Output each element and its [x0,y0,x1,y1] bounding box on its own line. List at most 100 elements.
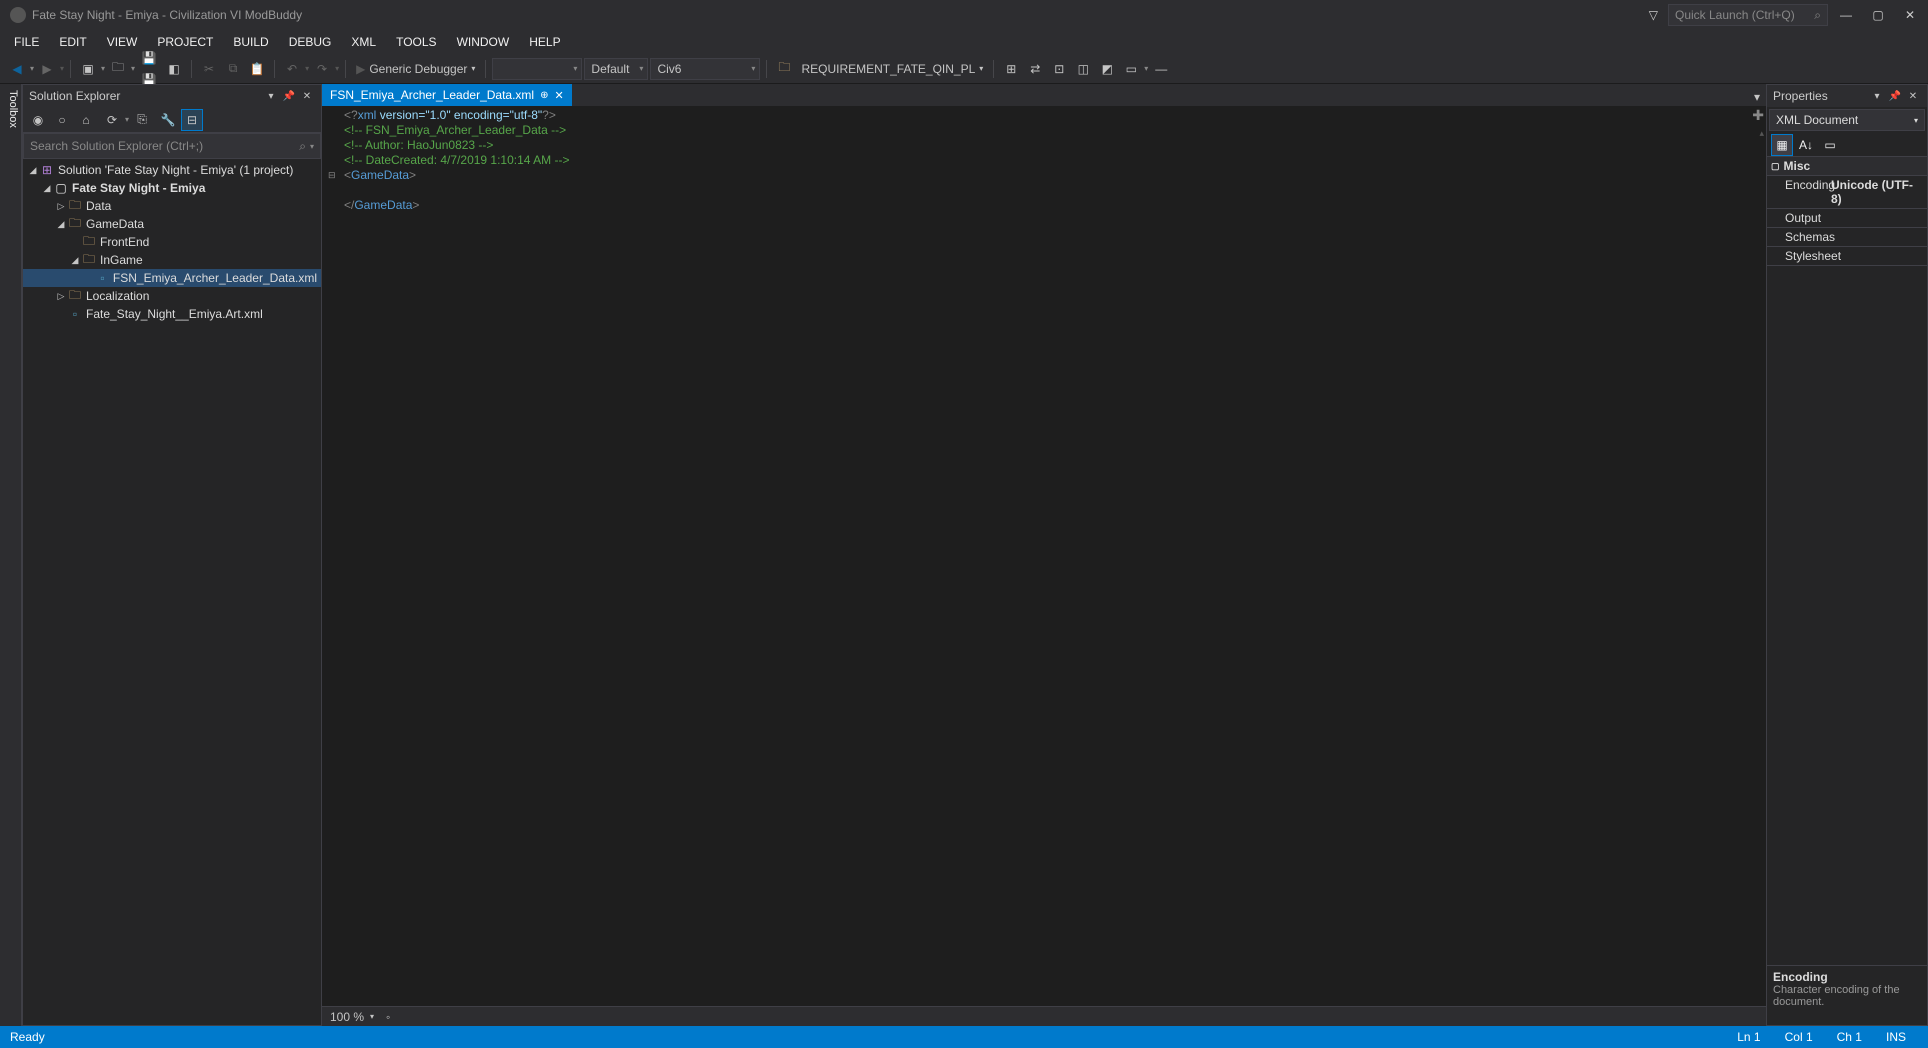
refresh-icon[interactable]: ⎘ [131,109,153,131]
home-icon[interactable]: ⌂ [75,109,97,131]
home-right-icon[interactable]: ○ [51,109,73,131]
toolbox-tab[interactable]: Toolbox [0,84,22,1026]
separator [191,60,192,78]
config-combo[interactable]: Default▾ [584,58,648,80]
properties-title: Properties [1773,89,1828,103]
editor-statusbar: 100 % ▾ ◦ [322,1006,1766,1026]
search-icon: ⌕ [299,139,306,154]
zoom-level[interactable]: 100 % [330,1010,364,1024]
maximize-button[interactable]: ▢ [1864,4,1892,26]
tool-4[interactable]: ◫ [1072,58,1094,80]
tool-5[interactable]: ◩ [1096,58,1118,80]
pin-tab-icon[interactable]: ⊕ [540,90,548,101]
menu-help[interactable]: HELP [519,32,570,52]
code-editor[interactable]: ✚ ▴ ⊟ <?xml version="1.0" encoding="utf-… [322,106,1766,1006]
paste-button[interactable]: 📋 [246,58,268,80]
properties-object-combo[interactable]: XML Document ▾ [1769,109,1925,131]
menu-build[interactable]: BUILD [223,32,278,52]
menu-window[interactable]: WINDOW [447,32,520,52]
alphabetical-icon[interactable]: A↓ [1795,134,1817,156]
separator [485,60,486,78]
menu-debug[interactable]: DEBUG [279,32,342,52]
no-issues-icon: ◦ [386,1010,390,1024]
properties-grid: ▢Misc Encoding Unicode (UTF-8) Output Sc… [1767,157,1927,965]
separator [274,60,275,78]
sync-icon[interactable]: ⟳ [101,109,123,131]
main-toolbar: ◀ ▾ ▶ ▾ ▣ ▾ 🗀 ▾ 💾 💾 ◧ ✂ ⧉ 📋 ↶ ▾ ↷ ▾ ▶ Ge… [0,54,1928,84]
menu-xml[interactable]: XML [341,32,386,52]
editor-add-icon[interactable]: ✚ [1752,108,1764,123]
solution-node[interactable]: ◢⊞ Solution 'Fate Stay Night - Emiya' (1… [23,161,321,179]
folder-icon[interactable]: 🗀 [773,58,795,80]
status-ch[interactable]: Ch 1 [1825,1030,1874,1044]
tool-6[interactable]: ▭ [1120,58,1142,80]
panel-menu-icon[interactable]: ▾ [263,88,279,104]
tool-3[interactable]: ⊡ [1048,58,1070,80]
fold-icon[interactable]: ⊟ [328,168,340,183]
redo-button[interactable]: ↷ [311,58,333,80]
titlebar: Fate Stay Night - Emiya - Civilization V… [0,0,1928,30]
file-art[interactable]: ▫ Fate_Stay_Night__Emiya.Art.xml [23,305,321,323]
panel-close-icon[interactable]: ✕ [1905,88,1921,104]
folder-data[interactable]: ▷🗀 Data [23,197,321,215]
tool-2[interactable]: ⇄ [1024,58,1046,80]
quick-launch-input[interactable]: Quick Launch (Ctrl+Q) ⌕ [1668,4,1828,26]
nav-back-button[interactable]: ◀ [6,58,28,80]
prop-row-output[interactable]: Output [1767,209,1927,228]
folder-gamedata[interactable]: ◢🗀 GameData [23,215,321,233]
home-left-icon[interactable]: ◉ [27,109,49,131]
cut-button[interactable]: ✂ [198,58,220,80]
close-button[interactable]: ✕ [1896,4,1924,26]
file-leader-data[interactable]: ▫ FSN_Emiya_Archer_Leader_Data.xml [23,269,321,287]
categorized-icon[interactable]: ▦ [1771,134,1793,156]
status-ins[interactable]: INS [1874,1030,1918,1044]
separator [766,60,767,78]
tool-1[interactable]: ⊞ [1000,58,1022,80]
save-button[interactable]: 💾 [138,47,160,69]
minimize-button[interactable]: — [1832,4,1860,26]
solution-search-input[interactable]: Search Solution Explorer (Ctrl+;) ⌕ ▾ [23,133,321,159]
platform-combo[interactable]: Civ6▾ [650,58,760,80]
properties-icon[interactable]: 🔧 [157,109,179,131]
menu-tools[interactable]: TOOLS [386,32,446,52]
new-project-button[interactable]: ▣ [77,58,99,80]
pin-icon[interactable]: 📌 [1887,88,1903,104]
prop-row-stylesheet[interactable]: Stylesheet [1767,247,1927,266]
status-line[interactable]: Ln 1 [1725,1030,1772,1044]
undo-button[interactable]: ↶ [281,58,303,80]
prop-row-schemas[interactable]: Schemas [1767,228,1927,247]
status-col[interactable]: Col 1 [1773,1030,1825,1044]
tabs-dropdown-icon[interactable]: ▾ [1748,88,1766,106]
statusbar: Ready Ln 1 Col 1 Ch 1 INS [0,1026,1928,1048]
prop-row-encoding[interactable]: Encoding Unicode (UTF-8) [1767,176,1927,209]
menu-file[interactable]: FILE [4,32,49,52]
open-file-button[interactable]: 🗀 [107,58,129,80]
requirement-combo[interactable]: REQUIREMENT_FATE_QIN_PL ▾ [797,62,987,76]
property-pages-icon[interactable]: ▭ [1819,134,1841,156]
zoom-dropdown-icon[interactable]: ▾ [370,1012,374,1021]
close-tab-icon[interactable]: ✕ [554,89,563,102]
separator [70,60,71,78]
start-debug-button[interactable]: ▶ Generic Debugger ▾ [352,62,479,76]
solution-tree: ◢⊞ Solution 'Fate Stay Night - Emiya' (1… [23,159,321,1025]
folder-localization[interactable]: ▷🗀 Localization [23,287,321,305]
copy-button[interactable]: ⧉ [222,58,244,80]
solution-toolbar: ◉ ○ ⌂ ⟳ ▾ ⎘ 🔧 ⊟ [23,107,321,133]
pin-icon[interactable]: 📌 [281,88,297,104]
panel-menu-icon[interactable]: ▾ [1869,88,1885,104]
menu-edit[interactable]: EDIT [49,32,96,52]
tool-7[interactable]: — [1150,58,1172,80]
editor-tab-active[interactable]: FSN_Emiya_Archer_Leader_Data.xml ⊕ ✕ [322,84,572,106]
category-misc[interactable]: ▢Misc [1767,157,1927,176]
project-node[interactable]: ◢▢ Fate Stay Night - Emiya [23,179,321,197]
nav-forward-button[interactable]: ▶ [36,58,58,80]
properties-header: Properties ▾ 📌 ✕ [1767,85,1927,107]
notifications-filter-icon[interactable]: ▽ [1643,8,1664,22]
folder-frontend[interactable]: 🗀 FrontEnd [23,233,321,251]
panel-close-icon[interactable]: ✕ [299,88,315,104]
scroll-up-icon[interactable]: ▴ [1759,126,1764,141]
find-combo[interactable]: ▾ [492,58,582,80]
add-item-button[interactable]: ◧ [163,58,185,80]
show-all-icon[interactable]: ⊟ [181,109,203,131]
folder-ingame[interactable]: ◢🗀 InGame [23,251,321,269]
